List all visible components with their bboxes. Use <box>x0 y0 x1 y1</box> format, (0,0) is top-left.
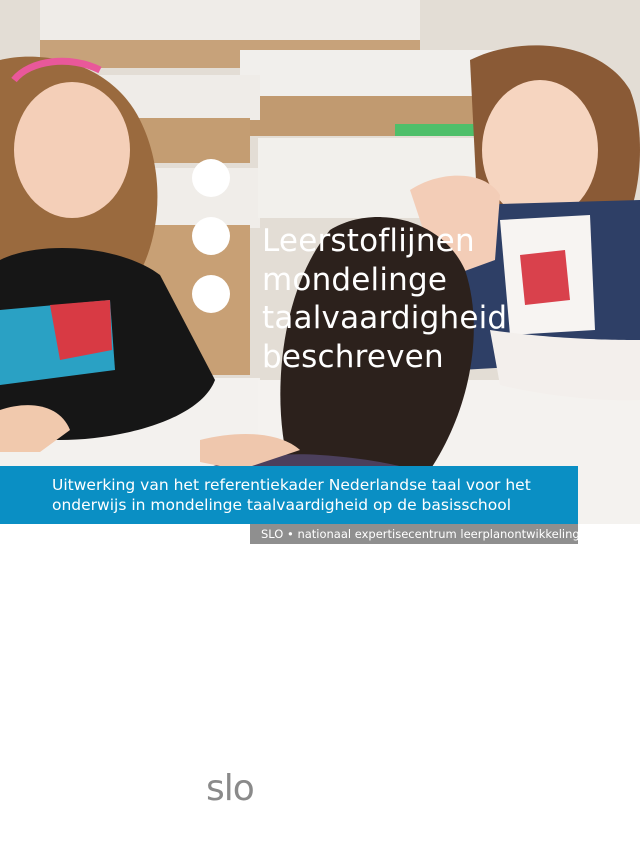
cover-subtitle: Uitwerking van het referentiekader Neder… <box>52 475 572 515</box>
slo-logo: slo <box>206 768 255 809</box>
title-line-1: Leerstoflijnen <box>262 223 475 259</box>
title-line-4: beschreven <box>262 338 444 375</box>
subtitle-line-1: Uitwerking van het referentiekader Neder… <box>52 476 531 494</box>
cover-title: Leerstoflijnen mondelinge taalvaardighei… <box>262 222 507 376</box>
subtitle-line-2: onderwijs in mondelinge taalvaardigheid … <box>52 496 512 514</box>
bullet-dot-3 <box>192 275 230 313</box>
title-line-2: mondelinge <box>262 261 448 298</box>
bullet-dot-1 <box>192 159 230 197</box>
title-line-3: taalvaardigheid <box>262 300 508 336</box>
organization-bar: SLO • nationaal expertisecentrum leerpla… <box>250 524 580 544</box>
bullet-dot-2 <box>192 217 230 255</box>
